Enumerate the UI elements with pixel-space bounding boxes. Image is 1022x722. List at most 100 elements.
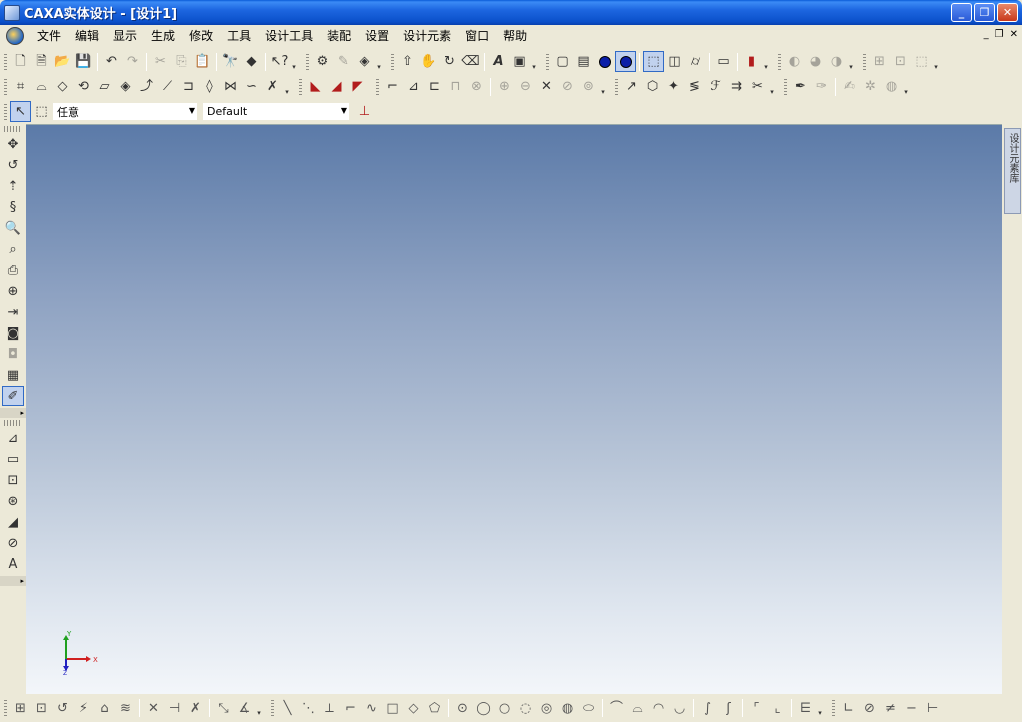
- toolbar-more-icon[interactable]: ▸: [0, 576, 26, 586]
- box-view-icon[interactable]: ⬚: [643, 51, 664, 72]
- circle-point-icon[interactable]: ◎: [536, 698, 557, 719]
- sketch-wand-icon[interactable]: ⚡: [73, 698, 94, 719]
- menu-help[interactable]: 帮助: [496, 26, 534, 46]
- select-arrow-icon[interactable]: ↖: [10, 101, 31, 122]
- angle-dimension-icon[interactable]: ∡: [234, 698, 255, 719]
- curve-box-icon[interactable]: ⬡: [642, 76, 663, 97]
- circle-tangent-icon[interactable]: ◌: [515, 698, 536, 719]
- mdi-minimize-button[interactable]: _: [984, 29, 989, 40]
- filter-select[interactable]: 任意 ▼: [52, 102, 198, 121]
- binoculars-icon[interactable]: 🔭: [220, 51, 241, 72]
- diamond-icon[interactable]: ◇: [403, 698, 424, 719]
- open-folder-icon[interactable]: 📂: [52, 51, 73, 72]
- render-icon[interactable]: ◆: [241, 51, 262, 72]
- frame-edit-icon[interactable]: ⊡: [890, 51, 911, 72]
- surface-grid-icon[interactable]: ⌗: [10, 76, 31, 97]
- bucket-icon[interactable]: ◍: [881, 76, 902, 97]
- window-icon[interactable]: ▭: [713, 51, 734, 72]
- zoom-window-icon[interactable]: ⌕: [2, 239, 24, 259]
- curve-plane-icon[interactable]: ✦: [663, 76, 684, 97]
- menu-assembly[interactable]: 装配: [320, 26, 358, 46]
- curve-project-icon[interactable]: ⇉: [726, 76, 747, 97]
- toolbar-dropdown-icon[interactable]: ▾: [902, 78, 910, 96]
- toolbar-dropdown-icon[interactable]: ▾: [932, 53, 940, 71]
- toolbar-grip[interactable]: [4, 420, 22, 426]
- corner-fillet-icon[interactable]: ⌞: [767, 698, 788, 719]
- rotate-view-icon[interactable]: ↻: [439, 51, 460, 72]
- extend-line-icon[interactable]: ⊣: [164, 698, 185, 719]
- cut-icon[interactable]: ✂: [150, 51, 171, 72]
- camera-move-icon[interactable]: ⎙: [2, 260, 24, 280]
- toolbar-more-icon[interactable]: ▸: [0, 408, 26, 418]
- surface-split-icon[interactable]: ⊐: [178, 76, 199, 97]
- toolbar-dropdown-icon[interactable]: ▾: [283, 78, 291, 96]
- slope-icon[interactable]: ◢: [2, 512, 24, 532]
- surface-revolve-icon[interactable]: ⟲: [73, 76, 94, 97]
- copy-icon[interactable]: ⎘: [171, 51, 192, 72]
- move-icon[interactable]: ✥: [2, 134, 24, 154]
- surface-trim-icon[interactable]: ⟋: [157, 76, 178, 97]
- toolbar-dropdown-icon[interactable]: ▾: [768, 78, 776, 96]
- circle-center-icon[interactable]: ⊙: [452, 698, 473, 719]
- app-icon[interactable]: [4, 4, 20, 21]
- arc-center-icon[interactable]: ⌓: [627, 698, 648, 719]
- mdi-restore-button[interactable]: ❐: [995, 29, 1004, 40]
- surface-sew-icon[interactable]: ⋈: [220, 76, 241, 97]
- trim-icon[interactable]: ✗: [185, 698, 206, 719]
- sphere-pattern-icon[interactable]: ◕: [805, 51, 826, 72]
- boolean-cross-icon[interactable]: ✕: [536, 76, 557, 97]
- surface-fill-icon[interactable]: ◊: [199, 76, 220, 97]
- restore-button[interactable]: ❐: [974, 3, 995, 22]
- minimize-button[interactable]: _: [951, 3, 972, 22]
- horizontal-constraint-icon[interactable]: −: [901, 698, 922, 719]
- new-file-icon[interactable]: 🗋: [10, 51, 31, 72]
- frame-select-icon[interactable]: ⬚: [911, 51, 932, 72]
- text-style-icon[interactable]: A: [2, 554, 24, 574]
- chamfer-icon[interactable]: ⊿: [403, 76, 424, 97]
- circle-arc-icon[interactable]: ◍: [557, 698, 578, 719]
- rectangle-draw-icon[interactable]: □: [382, 698, 403, 719]
- design-tree-icon[interactable]: ⚙: [312, 51, 333, 72]
- menu-generate[interactable]: 生成: [144, 26, 182, 46]
- pen-icon[interactable]: ✒: [790, 76, 811, 97]
- boolean-subtract-icon[interactable]: ⊖: [515, 76, 536, 97]
- mixer-icon[interactable]: ✲: [860, 76, 881, 97]
- extrude-icon[interactable]: ◣: [305, 76, 326, 97]
- menu-settings[interactable]: 设置: [358, 26, 396, 46]
- frame-icon[interactable]: ⊡: [31, 698, 52, 719]
- box-iso-icon[interactable]: ◫: [664, 51, 685, 72]
- arc-rotate-icon[interactable]: ↺: [52, 698, 73, 719]
- perpendicular-icon[interactable]: ⟂: [319, 698, 340, 719]
- arc-icon[interactable]: ⌒: [606, 698, 627, 719]
- save-icon[interactable]: 💾: [73, 51, 94, 72]
- vertical-constraint-icon[interactable]: ⊢: [922, 698, 943, 719]
- screen-icon[interactable]: ▣: [509, 51, 530, 72]
- hand-pan-icon[interactable]: ✋: [418, 51, 439, 72]
- walk-icon[interactable]: ⇡: [2, 176, 24, 196]
- cylinder-icon[interactable]: ⌭: [685, 51, 706, 72]
- sweep-icon[interactable]: ◤: [347, 76, 368, 97]
- camera-focus-icon[interactable]: ⇥: [2, 302, 24, 322]
- brush-icon[interactable]: ✍: [839, 76, 860, 97]
- revolve-icon[interactable]: ◢: [326, 76, 347, 97]
- sphere-cut-icon[interactable]: ◐: [784, 51, 805, 72]
- menu-edit[interactable]: 编辑: [68, 26, 106, 46]
- design-library-tab[interactable]: 设计元素库: [1004, 128, 1021, 214]
- hidden-line-box-icon[interactable]: ▤: [573, 51, 594, 72]
- camera-disabled-icon[interactable]: ◘: [2, 344, 24, 364]
- boolean-merge-icon[interactable]: ⊚: [578, 76, 599, 97]
- surface-cross-icon[interactable]: ✗: [262, 76, 283, 97]
- toolbar-grip[interactable]: [4, 126, 22, 132]
- style-select[interactable]: Default ▼: [202, 102, 350, 121]
- text-a-icon[interactable]: A: [488, 51, 509, 72]
- toolbar-dropdown-icon[interactable]: ▾: [530, 53, 538, 71]
- toolbar-dropdown-icon[interactable]: ▾: [762, 53, 770, 71]
- chevron-down-icon[interactable]: ▼: [189, 106, 195, 115]
- camera-edit-icon[interactable]: ✐: [2, 386, 24, 406]
- sketch-plane-icon[interactable]: ⊿: [2, 428, 24, 448]
- new-design-icon[interactable]: 🗎: [31, 51, 52, 72]
- menu-file[interactable]: 文件: [30, 26, 68, 46]
- ellipse-icon[interactable]: ⬭: [578, 698, 599, 719]
- orbit-icon[interactable]: ↺: [2, 155, 24, 175]
- menu-window[interactable]: 窗口: [458, 26, 496, 46]
